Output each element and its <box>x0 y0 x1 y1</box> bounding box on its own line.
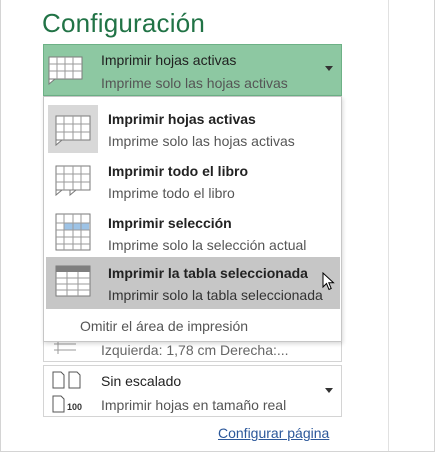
menu-item-subtitle: Imprime solo la selección actual <box>108 237 307 253</box>
chevron-down-icon <box>325 66 333 71</box>
selected-option-subtitle: Imprime solo las hojas activas <box>101 75 288 91</box>
menu-item-selected-table[interactable]: Imprimir la tabla seleccionada Imprimir … <box>46 257 340 309</box>
menu-item-entire-workbook[interactable]: Imprimir todo el libro Imprime todo el l… <box>46 155 340 207</box>
panel-divider <box>388 0 389 452</box>
mouse-pointer-icon <box>322 271 336 297</box>
print-what-menu: Imprimir hojas activas Imprime solo las … <box>43 96 342 342</box>
menu-item-subtitle: Imprime solo las hojas activas <box>108 133 295 149</box>
margins-text: Izquierda: 1,78 cm Derecha:... <box>101 342 289 358</box>
page-setup-link[interactable]: Configurar página <box>218 425 329 441</box>
menu-item-title: Imprimir selección <box>108 215 232 231</box>
menu-item-title: Imprimir hojas activas <box>108 111 256 127</box>
print-what-dropdown[interactable]: Imprimir hojas activas Imprime solo las … <box>43 44 342 96</box>
menu-item-title: Imprimir la tabla seleccionada <box>108 265 308 281</box>
table-icon <box>50 262 96 309</box>
scaling-dropdown[interactable]: 100 Sin escalado Imprimir hojas en tamañ… <box>43 365 342 417</box>
selected-option-title: Imprimir hojas activas <box>101 52 237 68</box>
scaling-title: Sin escalado <box>101 373 182 389</box>
page-title: Configuración <box>42 8 206 38</box>
chevron-down-icon <box>325 388 333 393</box>
svg-text:100: 100 <box>67 402 82 412</box>
ignore-print-area-option[interactable]: Omitir el área de impresión <box>80 318 248 334</box>
sheet-grid-icon <box>50 108 96 155</box>
sheet-grid-icon <box>48 55 86 90</box>
workbook-icon <box>50 160 96 207</box>
selection-icon <box>50 212 96 259</box>
menu-item-subtitle: Imprimir solo la tabla seleccionada <box>108 287 323 303</box>
menu-item-active-sheets[interactable]: Imprimir hojas activas Imprime solo las … <box>46 103 340 155</box>
scaling-subtitle: Imprimir hojas en tamaño real <box>101 397 287 413</box>
menu-item-subtitle: Imprime todo el libro <box>108 185 235 201</box>
scaling-icon: 100 <box>50 370 94 419</box>
menu-item-selection[interactable]: Imprimir selección Imprime solo la selec… <box>46 207 340 259</box>
menu-item-title: Imprimir todo el libro <box>108 163 249 179</box>
margins-icon <box>52 340 78 359</box>
